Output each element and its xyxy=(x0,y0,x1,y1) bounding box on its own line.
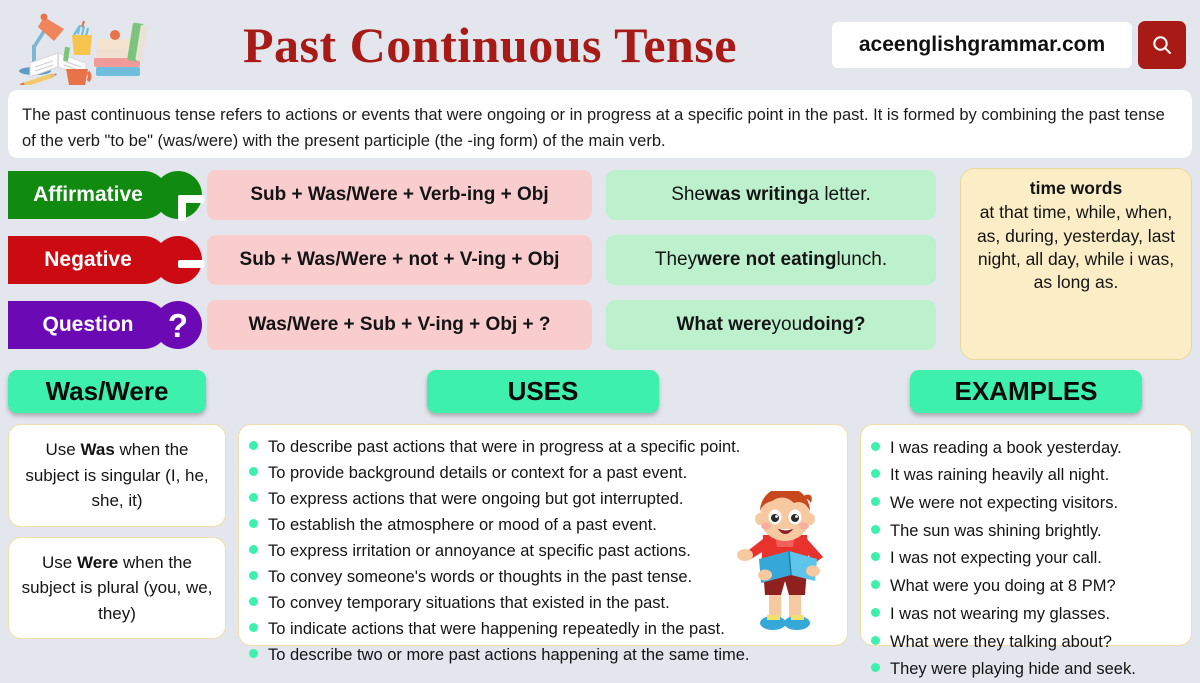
was-were-heading: Was/Were xyxy=(8,370,206,413)
was-were-rule-card: Use Were when the subject is plural (you… xyxy=(8,536,226,639)
search-button[interactable] xyxy=(1138,21,1186,69)
bullet-icon xyxy=(249,518,258,528)
bullet-icon xyxy=(871,607,880,617)
bullet-icon xyxy=(249,440,258,450)
formula-row: Affirmative Sub + Was/Were + Verb-ing + O… xyxy=(8,168,950,222)
uses-list-item-text: To describe two or more past actions hap… xyxy=(268,646,750,665)
lower-section: Was/Were Use Was when the subject is sin… xyxy=(0,370,1200,678)
examples-list-item: I was reading a book yesterday. xyxy=(871,434,1179,462)
uses-list-item-text: To indicate actions that were happening … xyxy=(268,620,725,639)
bullet-icon xyxy=(249,649,258,659)
uses-list-item: To describe two or more past actions hap… xyxy=(249,643,835,669)
uses-list-item-text: To express actions that were ongoing but… xyxy=(268,489,684,508)
bullet-icon xyxy=(871,552,880,562)
examples-list-item: The sun was shining brightly. xyxy=(871,517,1179,545)
question-mark-icon: ? xyxy=(154,301,202,349)
bullet-icon xyxy=(249,492,258,502)
uses-list-item: To describe past actions that were in pr… xyxy=(249,434,835,460)
bullet-icon xyxy=(249,466,258,476)
formula-structure: Sub + Was/Were + not + V-ing + Obj xyxy=(207,235,592,285)
search-input[interactable] xyxy=(832,22,1132,68)
time-words-body: at that time, while, when, as, during, y… xyxy=(976,202,1176,293)
search-bar xyxy=(832,21,1186,69)
uses-list-item-text: To provide background details or context… xyxy=(268,463,688,482)
bullet-icon xyxy=(249,596,258,606)
was-were-column: Was/Were Use Was when the subject is sin… xyxy=(8,370,226,649)
examples-list-item-text: I was reading a book yesterday. xyxy=(890,438,1122,457)
examples-list-item: I was not wearing my glasses. xyxy=(871,600,1179,628)
study-desk-illustration xyxy=(8,5,148,88)
bullet-icon xyxy=(871,663,880,673)
examples-list-item-text: What were you doing at 8 PM? xyxy=(890,577,1116,596)
examples-column: EXAMPLES I was reading a book yesterday.… xyxy=(860,370,1192,678)
minus-icon xyxy=(154,236,202,284)
formula-label: Negative xyxy=(8,236,168,284)
uses-list-item-text: To describe past actions that were in pr… xyxy=(268,437,741,456)
bullet-icon xyxy=(871,635,880,645)
time-words-card: time words at that time, while, when, as… xyxy=(960,168,1192,360)
search-icon xyxy=(1153,36,1171,54)
examples-list-item-text: The sun was shining brightly. xyxy=(890,521,1102,540)
examples-list-item-text: What were they talking about? xyxy=(890,632,1112,651)
bullet-icon xyxy=(249,570,258,580)
formula-structure: Was/Were + Sub + V-ing + Obj + ? xyxy=(207,300,592,350)
examples-list-item-text: I was not wearing my glasses. xyxy=(890,604,1111,623)
examples-list-item: I was not expecting your call. xyxy=(871,545,1179,573)
page-title: Past Continuous Tense xyxy=(243,17,737,73)
uses-list-item: To provide background details or context… xyxy=(249,460,835,486)
plus-icon xyxy=(154,171,202,219)
formula-example: What were you doing? xyxy=(606,300,936,350)
formula-structure: Sub + Was/Were + Verb-ing + Obj xyxy=(207,170,592,220)
formula-tag-affirmative: Affirmative xyxy=(8,171,203,219)
formula-example: She was writing a letter. xyxy=(606,170,936,220)
examples-list-item: They were playing hide and seek. xyxy=(871,656,1179,683)
bullet-icon xyxy=(871,441,880,451)
uses-card: To describe past actions that were in pr… xyxy=(238,424,848,664)
examples-list-item-text: They were playing hide and seek. xyxy=(890,660,1136,679)
uses-list-item-text: To express irritation or annoyance at sp… xyxy=(268,541,691,560)
uses-list-item-text: To convey temporary situations that exis… xyxy=(268,593,670,612)
examples-list-item-text: I was not expecting your call. xyxy=(890,549,1102,568)
time-words-title: time words xyxy=(1029,178,1123,198)
uses-list-item-text: To convey someone's words or thoughts in… xyxy=(268,567,693,586)
formula-section: Affirmative Sub + Was/Were + Verb-ing + O… xyxy=(0,168,1200,360)
was-were-cards: Use Was when the subject is singular (I,… xyxy=(8,424,226,639)
formula-tag-question: Question? xyxy=(8,301,203,349)
formula-label: Question xyxy=(8,301,168,349)
examples-list-item: It was raining heavily all night. xyxy=(871,462,1179,490)
bullet-icon xyxy=(871,524,880,534)
formula-label: Affirmative xyxy=(8,171,168,219)
uses-column: USES To describe past actions that were … xyxy=(238,370,848,664)
examples-card: I was reading a book yesterday. It was ra… xyxy=(860,424,1192,678)
examples-list-item: We were not expecting visitors. xyxy=(871,489,1179,517)
was-were-rule-card: Use Was when the subject is singular (I,… xyxy=(8,424,226,527)
formula-row: Negative Sub + Was/Were + not + V-ing + O… xyxy=(8,233,950,287)
bullet-icon xyxy=(249,544,258,554)
bullet-icon xyxy=(871,580,880,590)
examples-heading: EXAMPLES xyxy=(910,370,1142,413)
bullet-icon xyxy=(871,469,880,479)
examples-list: I was reading a book yesterday. It was ra… xyxy=(871,434,1179,683)
boy-with-book-illustration xyxy=(729,487,839,641)
formula-tag-negative: Negative xyxy=(8,236,203,284)
examples-list-item: What were they talking about? xyxy=(871,628,1179,656)
formula-row: Question? Was/Were + Sub + V-ing + Obj + … xyxy=(8,298,950,352)
uses-list-item-text: To establish the atmosphere or mood of a… xyxy=(268,515,657,534)
formula-rows: Affirmative Sub + Was/Were + Verb-ing + O… xyxy=(8,168,950,360)
uses-heading: USES xyxy=(427,370,659,413)
bullet-icon xyxy=(249,623,258,633)
bullet-icon xyxy=(871,496,880,506)
examples-list-item-text: It was raining heavily all night. xyxy=(890,466,1110,485)
formula-example: They were not eating lunch. xyxy=(606,235,936,285)
examples-list-item: What were you doing at 8 PM? xyxy=(871,573,1179,601)
page-header: Past Continuous Tense xyxy=(0,0,1200,90)
examples-list-item-text: We were not expecting visitors. xyxy=(890,493,1119,512)
tense-description: The past continuous tense refers to acti… xyxy=(8,90,1192,158)
